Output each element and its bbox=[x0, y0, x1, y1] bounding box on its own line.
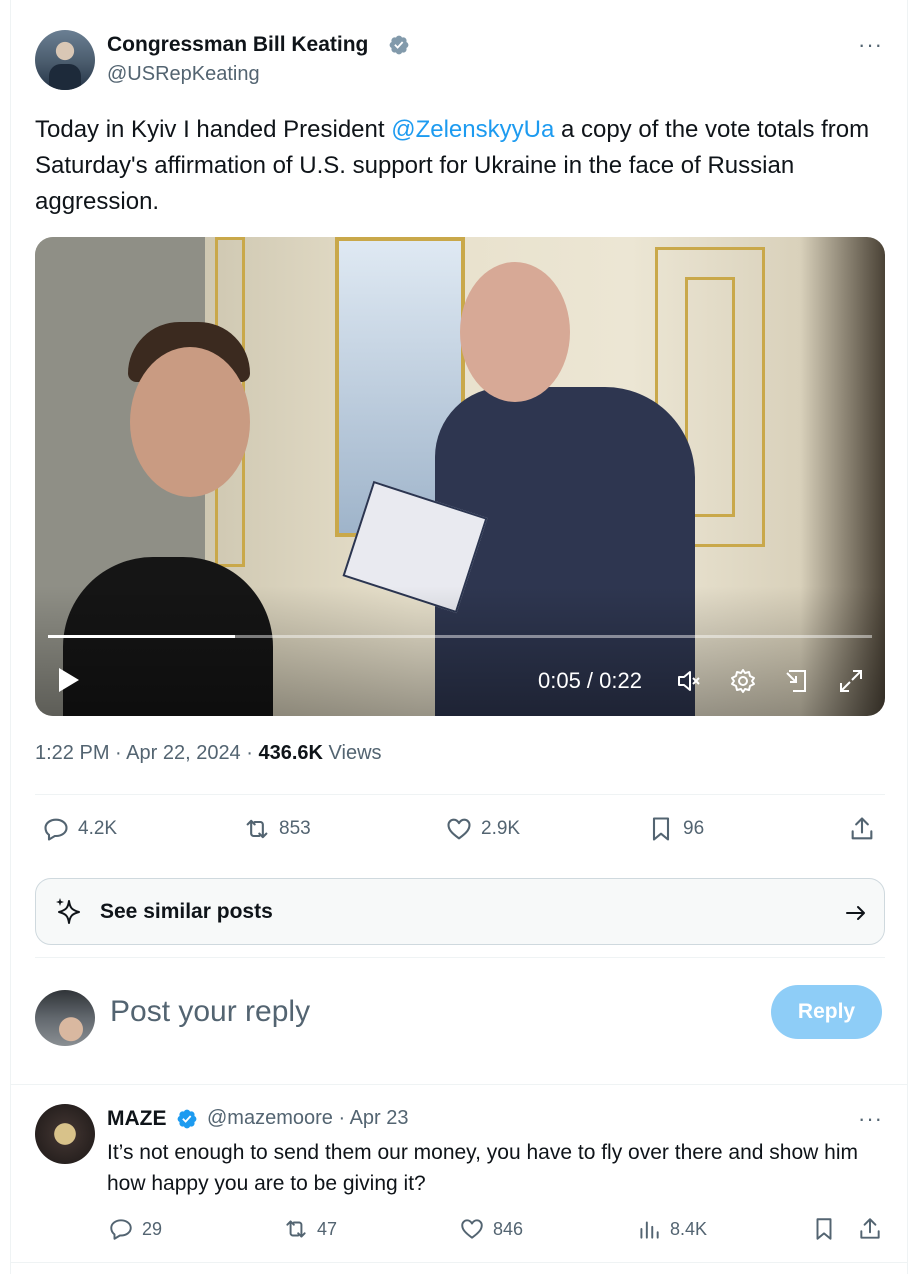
comment-views-count: 8.4K bbox=[670, 1218, 708, 1239]
commenter-name[interactable]: MAZE bbox=[107, 1107, 167, 1131]
divider bbox=[11, 1262, 907, 1263]
reply-input[interactable]: Post your reply bbox=[110, 995, 310, 1029]
comment-reply-count: 29 bbox=[142, 1218, 163, 1239]
see-similar-posts-button[interactable]: See similar posts bbox=[35, 878, 885, 945]
comment-views-action[interactable]: 8.4K bbox=[636, 1216, 707, 1242]
sparkle-icon bbox=[56, 898, 80, 924]
author-name[interactable]: Congressman Bill Keating bbox=[107, 33, 368, 57]
comment-reply-action[interactable]: 29 bbox=[108, 1216, 162, 1242]
repost-icon bbox=[286, 1220, 306, 1238]
verified-badge-icon bbox=[177, 1109, 197, 1129]
bookmark-action[interactable]: 96 bbox=[647, 815, 704, 843]
views-label: Views bbox=[322, 742, 382, 764]
more-options-icon[interactable]: ··· bbox=[858, 32, 883, 58]
author-handle[interactable]: @USRepKeating bbox=[107, 63, 260, 86]
heart-icon bbox=[461, 1219, 483, 1239]
views-chart-icon bbox=[640, 1221, 659, 1239]
like-count: 2.9K bbox=[481, 818, 521, 839]
see-similar-posts-label: See similar posts bbox=[100, 900, 273, 923]
video-progress-track[interactable] bbox=[48, 635, 872, 638]
play-icon[interactable] bbox=[57, 667, 81, 693]
share-action[interactable] bbox=[848, 815, 876, 843]
video-progress-fill bbox=[48, 635, 236, 638]
picture-in-picture-icon[interactable] bbox=[783, 667, 811, 695]
reply-button[interactable]: Reply bbox=[771, 985, 882, 1039]
video-player[interactable]: 0:05 / 0:22 bbox=[35, 237, 885, 716]
verified-badge-icon bbox=[389, 35, 409, 55]
comment-repost-action[interactable]: 47 bbox=[283, 1216, 337, 1242]
reply-count: 4.2K bbox=[78, 818, 118, 839]
commenter-avatar[interactable] bbox=[35, 1104, 95, 1164]
comment-like-count: 846 bbox=[493, 1218, 524, 1239]
share-icon bbox=[851, 817, 873, 840]
video-person-left-face bbox=[130, 347, 250, 497]
comment-more-options-icon[interactable]: ··· bbox=[858, 1106, 883, 1132]
comment-share-action[interactable] bbox=[857, 1216, 883, 1242]
comment-like-action[interactable]: 846 bbox=[459, 1216, 523, 1242]
divider bbox=[35, 957, 885, 958]
repost-action[interactable]: 853 bbox=[243, 815, 311, 843]
fullscreen-icon[interactable] bbox=[837, 667, 865, 695]
author-avatar[interactable] bbox=[35, 30, 95, 90]
bookmark-icon bbox=[816, 1218, 832, 1240]
bookmark-icon bbox=[652, 817, 670, 841]
arrow-right-icon bbox=[846, 906, 865, 920]
reply-action[interactable]: 4.2K bbox=[42, 815, 117, 843]
repost-icon bbox=[246, 819, 268, 839]
comment-repost-count: 47 bbox=[317, 1218, 338, 1239]
comment-bookmark-action[interactable] bbox=[811, 1216, 837, 1242]
views-count: 436.6K bbox=[258, 742, 323, 764]
reply-icon bbox=[44, 818, 68, 841]
repost-count: 853 bbox=[279, 818, 311, 839]
settings-icon[interactable] bbox=[729, 667, 757, 695]
video-person-right-head bbox=[460, 262, 570, 402]
commenter-handle-date[interactable]: @mazemoore · Apr 23 bbox=[207, 1107, 409, 1130]
post-text: Today in Kyiv I handed President @Zelens… bbox=[35, 112, 885, 220]
post-timestamp[interactable]: 1:22 PM · Apr 22, 2024 · bbox=[35, 742, 258, 764]
share-icon bbox=[860, 1218, 880, 1239]
bookmark-count: 96 bbox=[683, 818, 705, 839]
post-text-before: Today in Kyiv I handed President bbox=[35, 116, 392, 143]
comment-text: It’s not enough to send them our money, … bbox=[107, 1141, 858, 1195]
divider bbox=[11, 1084, 907, 1085]
video-time: 0:05 / 0:22 bbox=[538, 668, 642, 693]
video-controls-gradient bbox=[35, 586, 885, 716]
mention-link[interactable]: @ZelenskyyUa bbox=[391, 116, 554, 143]
like-action[interactable]: 2.9K bbox=[445, 815, 520, 843]
heart-icon bbox=[447, 818, 471, 840]
post-meta: 1:22 PM · Apr 22, 2024 · 436.6K Views bbox=[35, 742, 382, 765]
reply-icon bbox=[110, 1219, 132, 1240]
divider bbox=[35, 794, 885, 795]
user-avatar[interactable] bbox=[35, 990, 95, 1046]
mute-icon[interactable] bbox=[675, 667, 703, 695]
